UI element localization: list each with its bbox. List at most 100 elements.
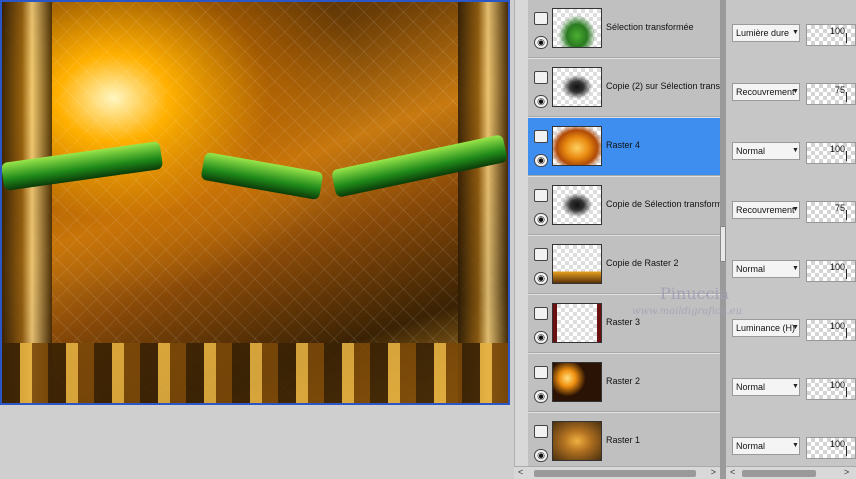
- layer-name: Raster 3: [606, 317, 641, 327]
- raster-layer-icon: [534, 248, 548, 261]
- watermark-url: www.maildigrafica.eu: [632, 306, 743, 317]
- layer-row[interactable]: ◉ Raster 1: [528, 413, 720, 471]
- opacity-slider-tick[interactable]: [846, 33, 847, 43]
- layer-thumbnail: [552, 362, 602, 402]
- blend-mode-select[interactable]: Normal: [732, 260, 800, 278]
- layer-name: Raster 2: [606, 376, 641, 386]
- blend-mode-select[interactable]: Normal: [732, 378, 800, 396]
- opacity-slider-tick[interactable]: [846, 92, 847, 102]
- layer-properties-row: Normal ▼ 100: [726, 354, 856, 412]
- layer-name: Copie de Raster 2: [606, 258, 679, 268]
- chevron-down-icon[interactable]: ▼: [792, 147, 799, 154]
- layer-thumbnail: [552, 421, 602, 461]
- eye-icon[interactable]: ◉: [534, 154, 548, 167]
- layer-thumbnail: [552, 126, 602, 166]
- layer-thumbnail: [552, 185, 602, 225]
- props-scroll-left-arrow-icon[interactable]: <: [730, 467, 735, 477]
- eye-icon[interactable]: ◉: [534, 272, 548, 285]
- opacity-field[interactable]: 100: [806, 260, 856, 282]
- layer-thumbnail-image: [553, 9, 601, 47]
- opacity-value: 100: [829, 144, 845, 154]
- scroll-thumb[interactable]: [534, 470, 696, 477]
- raster-layer-icon: [534, 12, 548, 25]
- blend-mode-select[interactable]: Lumière dure: [732, 24, 800, 42]
- layer-row[interactable]: ◉ Sélection transformée: [528, 0, 720, 58]
- layer-thumbnail-image: [553, 186, 601, 224]
- layer-thumbnail: [552, 8, 602, 48]
- blend-mode-select[interactable]: Recouvrement: [732, 83, 800, 101]
- layer-row[interactable]: ◉ Copie de Sélection transform: [528, 177, 720, 235]
- splitter-grip[interactable]: [720, 226, 726, 262]
- layer-thumbnail-image: [553, 422, 601, 460]
- blend-mode-select[interactable]: Normal: [732, 142, 800, 160]
- eye-icon[interactable]: ◉: [534, 95, 548, 108]
- opacity-field[interactable]: 75: [806, 83, 856, 105]
- props-scroll-right-arrow-icon[interactable]: >: [844, 467, 849, 477]
- props-scroll-thumb[interactable]: [742, 470, 816, 477]
- opacity-value: 100: [829, 380, 845, 390]
- blend-mode-select[interactable]: Luminance (H): [732, 319, 800, 337]
- chevron-down-icon[interactable]: ▼: [792, 88, 799, 95]
- chevron-down-icon[interactable]: ▼: [792, 383, 799, 390]
- opacity-field[interactable]: 100: [806, 142, 856, 164]
- opacity-field[interactable]: 100: [806, 378, 856, 400]
- chevron-down-icon[interactable]: ▼: [792, 442, 799, 449]
- layer-name: Raster 1: [606, 435, 641, 445]
- opacity-value: 75: [834, 203, 845, 213]
- raster-layer-icon: [534, 307, 548, 320]
- raster-layer-icon: [534, 189, 548, 202]
- eye-icon[interactable]: ◉: [534, 213, 548, 226]
- layer-row[interactable]: ◉ Raster 2: [528, 354, 720, 412]
- opacity-field[interactable]: 75: [806, 201, 856, 223]
- eye-icon[interactable]: ◉: [534, 331, 548, 344]
- opacity-field[interactable]: 100: [806, 437, 856, 459]
- layers-hscrollbar[interactable]: < >: [514, 466, 720, 479]
- layer-row[interactable]: ◉ Raster 3: [528, 295, 720, 353]
- watermark-title: Pinuccia: [660, 284, 730, 303]
- opacity-slider-tick[interactable]: [846, 151, 847, 161]
- layer-properties-row: Recouvrement ▼ 75: [726, 59, 856, 117]
- raster-layer-icon: [534, 425, 548, 438]
- raster-layer-icon: [534, 130, 548, 143]
- opacity-field[interactable]: 100: [806, 319, 856, 341]
- layer-thumbnail: [552, 303, 602, 343]
- canvas-green-band-mid: [200, 151, 324, 201]
- raster-layer-icon: [534, 71, 548, 84]
- canvas-area: [0, 0, 514, 479]
- opacity-value: 100: [829, 26, 845, 36]
- blend-mode-select[interactable]: Normal: [732, 437, 800, 455]
- layer-properties-row: Normal ▼ 100: [726, 413, 856, 471]
- chevron-down-icon[interactable]: ▼: [792, 206, 799, 213]
- layer-name: Copie de Sélection transform: [606, 199, 720, 209]
- layer-thumbnail-image: [553, 363, 601, 401]
- opacity-value: 100: [829, 321, 845, 331]
- props-hscrollbar[interactable]: < >: [726, 466, 856, 479]
- image-canvas[interactable]: [0, 0, 510, 405]
- chevron-down-icon[interactable]: ▼: [792, 29, 799, 36]
- opacity-slider-tick[interactable]: [846, 328, 847, 338]
- eye-icon[interactable]: ◉: [534, 36, 548, 49]
- layer-row[interactable]: ◉ Copie (2) sur Sélection trans: [528, 59, 720, 117]
- raster-layer-icon: [534, 366, 548, 379]
- opacity-slider-tick[interactable]: [846, 269, 847, 279]
- scroll-left-arrow-icon[interactable]: <: [518, 467, 523, 477]
- chevron-down-icon[interactable]: ▼: [792, 265, 799, 272]
- layer-thumbnail-image: [553, 245, 601, 283]
- opacity-slider-tick[interactable]: [846, 210, 847, 220]
- layer-thumbnail-image: [553, 304, 601, 342]
- opacity-slider-tick[interactable]: [846, 387, 847, 397]
- layer-thumbnail: [552, 67, 602, 107]
- scroll-right-arrow-icon[interactable]: >: [711, 467, 716, 477]
- opacity-field[interactable]: 100: [806, 24, 856, 46]
- layer-properties-row: Luminance (H) ▼ 100: [726, 295, 856, 353]
- opacity-slider-tick[interactable]: [846, 446, 847, 456]
- layer-thumbnail-image: [553, 68, 601, 106]
- canvas-floor: [2, 343, 508, 403]
- layer-row[interactable]: ◉ Raster 4: [528, 118, 720, 176]
- eye-icon[interactable]: ◉: [534, 449, 548, 462]
- blend-mode-select[interactable]: Recouvrement: [732, 201, 800, 219]
- layer-thumbnail-image: [553, 127, 601, 165]
- chevron-down-icon[interactable]: ▼: [792, 324, 799, 331]
- eye-icon[interactable]: ◉: [534, 390, 548, 403]
- layer-properties-row: Lumière dure ▼ 100: [726, 0, 856, 58]
